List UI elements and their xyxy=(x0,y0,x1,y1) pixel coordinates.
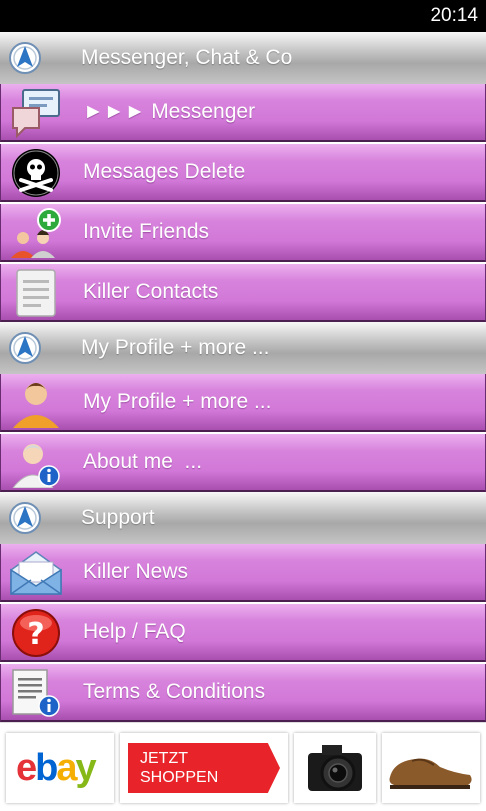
svg-text:?: ? xyxy=(27,617,44,652)
camera-product-tile[interactable] xyxy=(294,733,376,803)
menu-item-label: Messages Delete xyxy=(83,160,246,183)
section-header-label: Messenger, Chat & Co xyxy=(81,46,293,69)
menu-item-help-faq[interactable]: ? Help / FAQ xyxy=(0,604,486,662)
ebay-logo: ebay xyxy=(16,747,97,790)
menu-item-terms-conditions[interactable]: Terms & Conditions xyxy=(0,664,486,722)
menu-item-label: ►►► Messenger xyxy=(83,100,256,123)
cta-line-1: JETZT xyxy=(140,750,188,767)
camera-product-image xyxy=(308,745,362,791)
help-question-icon: ? xyxy=(12,609,60,657)
contacts-list-icon xyxy=(16,269,56,317)
user-info-icon xyxy=(12,444,60,488)
menu-item-invite-friends[interactable]: Invite Friends xyxy=(0,204,486,262)
ebay-letter-b: b xyxy=(35,747,58,789)
section-header-messenger: Messenger, Chat & Co xyxy=(0,32,486,84)
chat-bubbles-icon xyxy=(12,89,60,138)
shop-now-button[interactable]: JETZT SHOPPEN xyxy=(128,743,280,793)
cta-line-2: SHOPPEN xyxy=(140,769,219,786)
app-logo-icon xyxy=(9,332,41,364)
ad-banner[interactable]: ebay JETZT SHOPPEN xyxy=(0,722,486,811)
menu-item-label: Killer News xyxy=(83,560,189,583)
menu-item-label: Terms & Conditions xyxy=(83,680,266,703)
envelope-icon xyxy=(10,551,62,595)
section-header-my-profile: My Profile + more ... xyxy=(0,322,486,374)
app-logo-icon xyxy=(9,502,41,534)
shop-now-ad-tile[interactable]: JETZT SHOPPEN xyxy=(120,733,288,803)
skull-crossbones-icon xyxy=(12,149,60,197)
menu-item-killer-news[interactable]: Killer News xyxy=(0,544,486,602)
shoe-product-tile[interactable] xyxy=(382,733,480,803)
ebay-letter-y: y xyxy=(75,747,97,789)
section-header-support: Support xyxy=(0,492,486,544)
add-friends-icon xyxy=(11,208,61,258)
app-logo-icon xyxy=(9,42,41,74)
user-profile-icon xyxy=(13,383,59,428)
section-header-label: Support xyxy=(81,506,155,529)
menu-item-messages-delete[interactable]: Messages Delete xyxy=(0,144,486,202)
status-bar: 20:14 xyxy=(0,0,486,32)
shoe-product-image xyxy=(389,758,472,789)
menu-item-label: About me ... xyxy=(83,450,203,473)
ebay-letter-a: a xyxy=(56,747,77,789)
ebay-letter-e: e xyxy=(16,747,37,789)
clock-time: 20:14 xyxy=(430,5,478,26)
menu-item-about-me[interactable]: About me ... xyxy=(0,434,486,492)
menu-item-label: Help / FAQ xyxy=(83,620,186,643)
ebay-ad-tile[interactable]: ebay xyxy=(6,733,114,803)
menu-item-label: Killer Contacts xyxy=(83,280,219,303)
menu-item-label: My Profile + more ... xyxy=(83,390,272,413)
menu-item-my-profile[interactable]: My Profile + more ... xyxy=(0,374,486,432)
section-header-label: My Profile + more ... xyxy=(81,336,270,359)
document-info-icon xyxy=(12,669,60,717)
menu-item-label: Invite Friends xyxy=(83,220,210,243)
menu-item-messenger[interactable]: ►►► Messenger xyxy=(0,84,486,142)
menu-item-killer-contacts[interactable]: Killer Contacts xyxy=(0,264,486,322)
